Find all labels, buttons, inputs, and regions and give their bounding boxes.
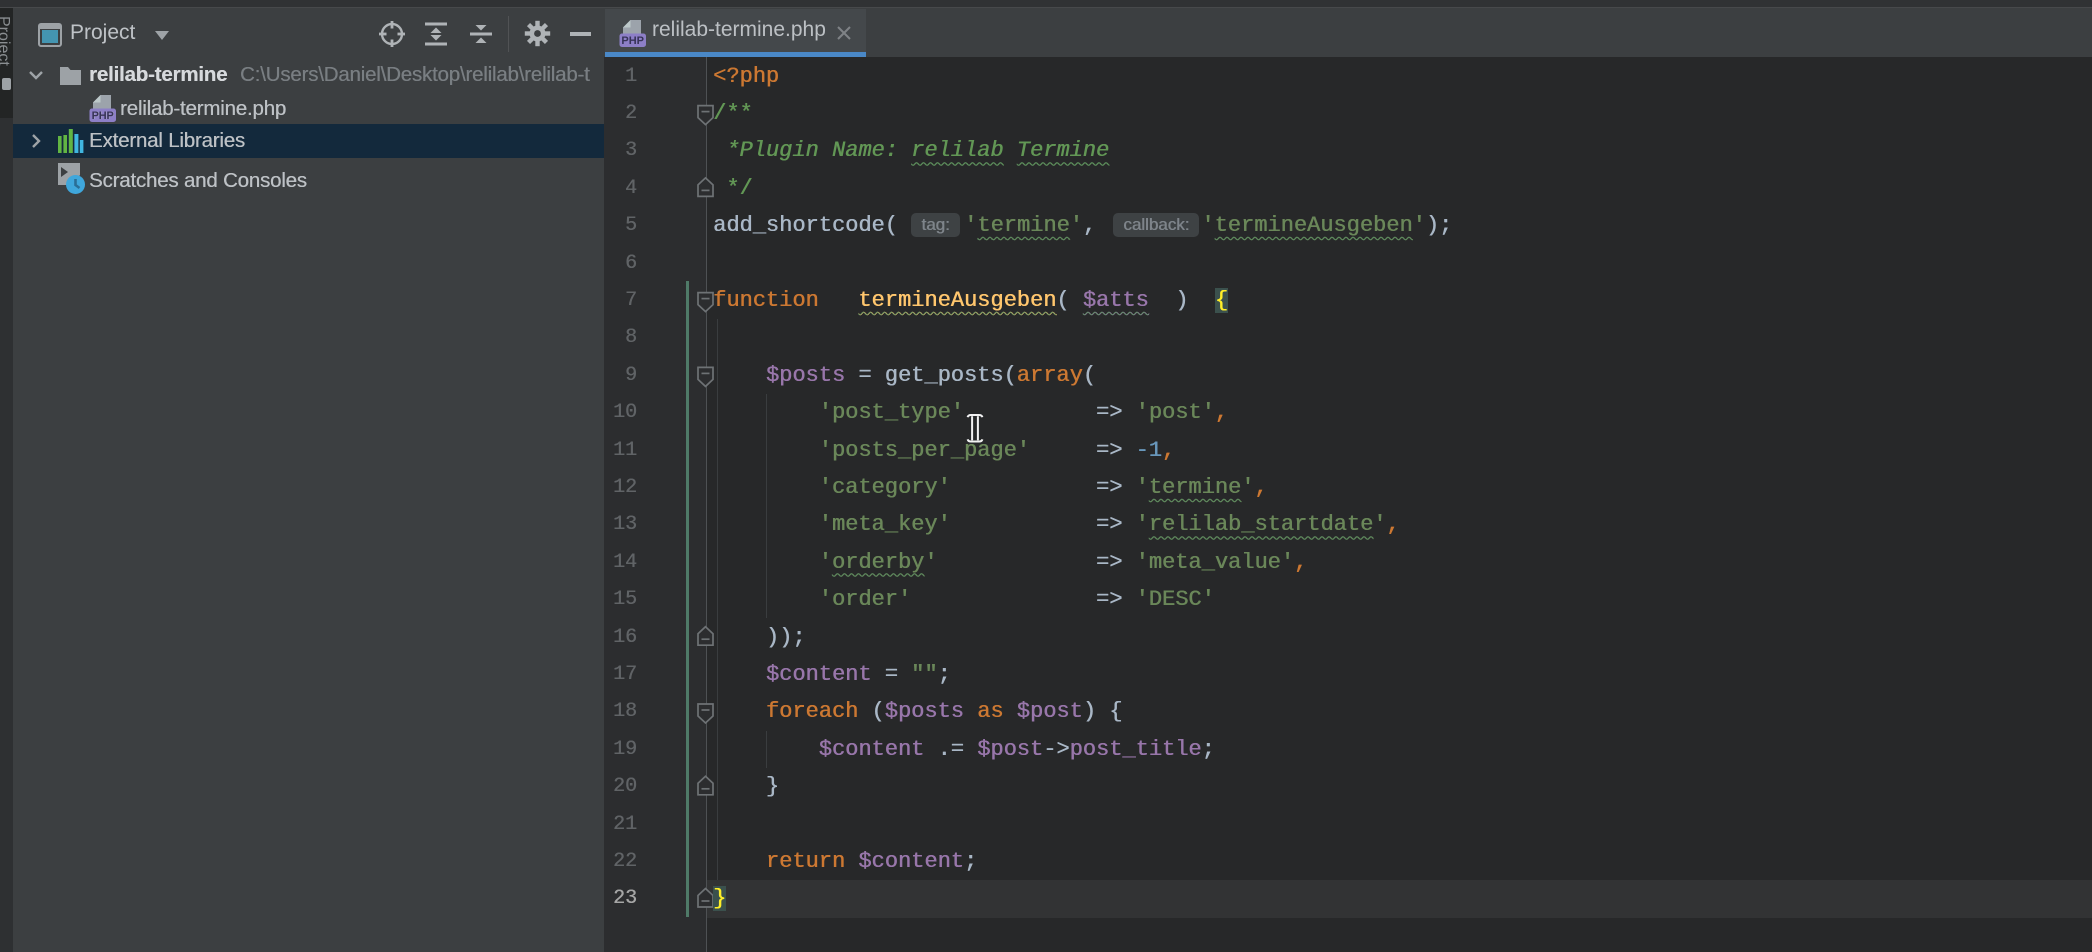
svg-text:PHP: PHP	[92, 110, 114, 122]
svg-text:PHP: PHP	[621, 35, 644, 47]
